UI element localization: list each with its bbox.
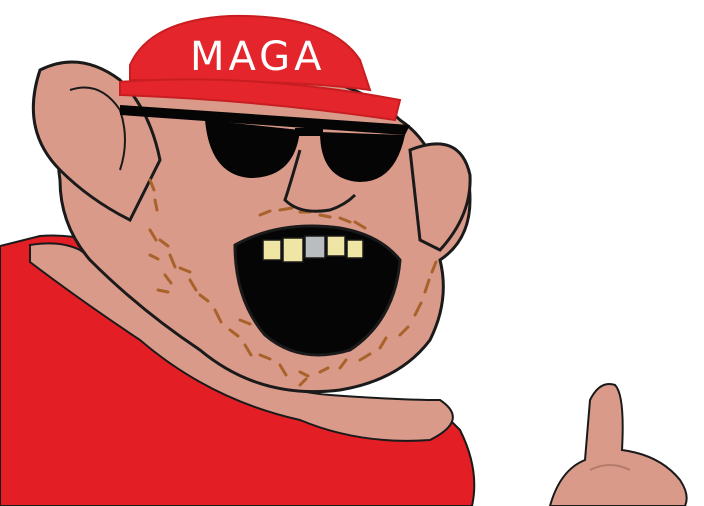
meme-character-illustration: MAGA (0, 14, 688, 506)
teeth (262, 235, 364, 263)
pointing-hand (548, 383, 688, 506)
cap-text: MAGA (190, 34, 326, 80)
